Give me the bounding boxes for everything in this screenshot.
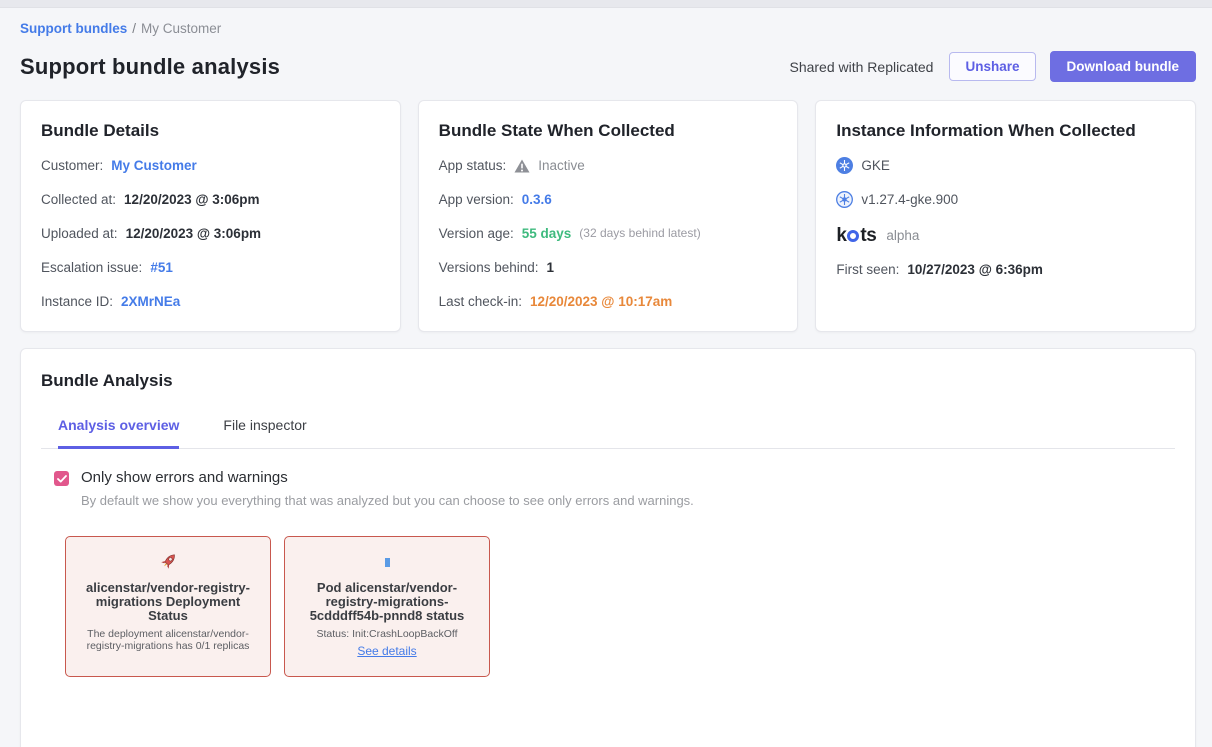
kots-logo: ktsalpha xyxy=(836,226,919,245)
kubernetes-outline-icon xyxy=(836,191,853,208)
page-header: Support bundle analysis Shared with Repl… xyxy=(20,51,1196,82)
version-age-row: Version age: 55 days (32 days behind lat… xyxy=(439,224,778,243)
analysis-tabs: Analysis overview File inspector xyxy=(41,417,1175,449)
bundle-state-title: Bundle State When Collected xyxy=(439,121,778,141)
instance-info-card: Instance Information When Collected GKE … xyxy=(815,100,1196,332)
breadcrumb: Support bundles / My Customer xyxy=(20,21,1196,36)
instance-info-title: Instance Information When Collected xyxy=(836,121,1175,141)
kots-channel-label: alpha xyxy=(886,226,919,245)
last-checkin-row: Last check-in: 12/20/2023 @ 10:17am xyxy=(439,292,778,311)
kubernetes-filled-icon xyxy=(836,157,853,174)
collected-at-row: Collected at: 12/20/2023 @ 3:06pm xyxy=(41,190,380,209)
bundle-analysis-card: Bundle Analysis Analysis overview File i… xyxy=(20,348,1196,747)
filter-text-block: Only show errors and warnings By default… xyxy=(81,469,694,508)
error-card-message: The deployment alicenstar/vendor-registr… xyxy=(76,628,260,652)
first-seen-label: First seen: xyxy=(836,260,899,279)
escalation-issue-link[interactable]: #51 xyxy=(150,258,173,277)
download-bundle-button[interactable]: Download bundle xyxy=(1050,51,1197,82)
page-container: Support bundles / My Customer Support bund… xyxy=(0,21,1212,747)
error-card-title: Pod alicenstar/vendor-registry-migration… xyxy=(295,581,479,623)
bundle-analysis-title: Bundle Analysis xyxy=(41,371,1175,391)
uploaded-at-row: Uploaded at: 12/20/2023 @ 3:06pm xyxy=(41,224,380,243)
analysis-error-card-deployment[interactable]: alicenstar/vendor-registry-migrations De… xyxy=(65,536,271,677)
last-checkin-value: 12/20/2023 @ 10:17am xyxy=(530,292,672,311)
instance-id-label: Instance ID: xyxy=(41,292,113,311)
kots-row: ktsalpha xyxy=(836,226,1175,245)
first-seen-value: 10/27/2023 @ 6:36pm xyxy=(907,260,1043,279)
distribution-value: GKE xyxy=(861,156,890,175)
escalation-issue-label: Escalation issue: xyxy=(41,258,142,277)
instance-id-row: Instance ID: 2XMrNEa xyxy=(41,292,380,311)
tab-file-inspector[interactable]: File inspector xyxy=(223,417,306,448)
app-status-value: Inactive xyxy=(538,156,585,175)
breadcrumb-current: My Customer xyxy=(141,21,221,36)
tab-analysis-overview[interactable]: Analysis overview xyxy=(58,417,179,449)
version-age-note: (32 days behind latest) xyxy=(579,224,700,243)
last-checkin-label: Last check-in: xyxy=(439,292,522,311)
page-title: Support bundle analysis xyxy=(20,54,280,80)
instance-id-link[interactable]: 2XMrNEa xyxy=(121,292,180,311)
filter-label: Only show errors and warnings xyxy=(81,469,694,486)
error-card-message: Status: Init:CrashLoopBackOff xyxy=(295,628,479,640)
pod-icon xyxy=(295,550,479,574)
breadcrumb-separator: / xyxy=(132,21,136,36)
kots-logo-o xyxy=(847,230,859,242)
versions-behind-value: 1 xyxy=(547,258,555,277)
bundle-details-card: Bundle Details Customer: My Customer Col… xyxy=(20,100,401,332)
version-age-value: 55 days xyxy=(522,224,572,243)
customer-link[interactable]: My Customer xyxy=(111,156,197,175)
breadcrumb-support-bundles-link[interactable]: Support bundles xyxy=(20,21,127,36)
first-seen-row: First seen: 10/27/2023 @ 6:36pm xyxy=(836,260,1175,279)
info-cards-row: Bundle Details Customer: My Customer Col… xyxy=(20,100,1196,332)
error-card-title: alicenstar/vendor-registry-migrations De… xyxy=(76,581,260,623)
app-status-label: App status: xyxy=(439,156,507,175)
app-version-label: App version: xyxy=(439,190,514,209)
collected-at-label: Collected at: xyxy=(41,190,116,209)
app-version-row: App version: 0.3.6 xyxy=(439,190,778,209)
uploaded-at-value: 12/20/2023 @ 3:06pm xyxy=(126,224,262,243)
see-details-link[interactable]: See details xyxy=(357,644,416,658)
header-actions: Shared with Replicated Unshare Download … xyxy=(789,51,1196,82)
versions-behind-label: Versions behind: xyxy=(439,258,539,277)
customer-row: Customer: My Customer xyxy=(41,156,380,175)
versions-behind-row: Versions behind: 1 xyxy=(439,258,778,277)
rocket-icon xyxy=(76,550,260,574)
bundle-details-title: Bundle Details xyxy=(41,121,380,141)
filter-description: By default we show you everything that w… xyxy=(81,493,694,508)
k8s-version-row: v1.27.4-gke.900 xyxy=(836,190,1175,209)
analysis-results: alicenstar/vendor-registry-migrations De… xyxy=(41,536,1175,677)
uploaded-at-label: Uploaded at: xyxy=(41,224,118,243)
shared-status-text: Shared with Replicated xyxy=(789,59,933,75)
k8s-version-value: v1.27.4-gke.900 xyxy=(861,190,958,209)
unshare-button[interactable]: Unshare xyxy=(949,52,1035,81)
version-age-label: Version age: xyxy=(439,224,514,243)
distribution-row: GKE xyxy=(836,156,1175,175)
filter-row: Only show errors and warnings By default… xyxy=(41,469,1175,508)
collected-at-value: 12/20/2023 @ 3:06pm xyxy=(124,190,260,209)
top-border-strip xyxy=(0,0,1212,8)
app-version-link[interactable]: 0.3.6 xyxy=(522,190,552,209)
bundle-state-card: Bundle State When Collected App status: … xyxy=(418,100,799,332)
warning-icon xyxy=(514,159,530,173)
customer-label: Customer: xyxy=(41,156,103,175)
escalation-issue-row: Escalation issue: #51 xyxy=(41,258,380,277)
only-errors-checkbox[interactable] xyxy=(54,471,69,486)
app-status-row: App status: Inactive xyxy=(439,156,778,175)
analysis-error-card-pod-status[interactable]: Pod alicenstar/vendor-registry-migration… xyxy=(284,536,490,677)
